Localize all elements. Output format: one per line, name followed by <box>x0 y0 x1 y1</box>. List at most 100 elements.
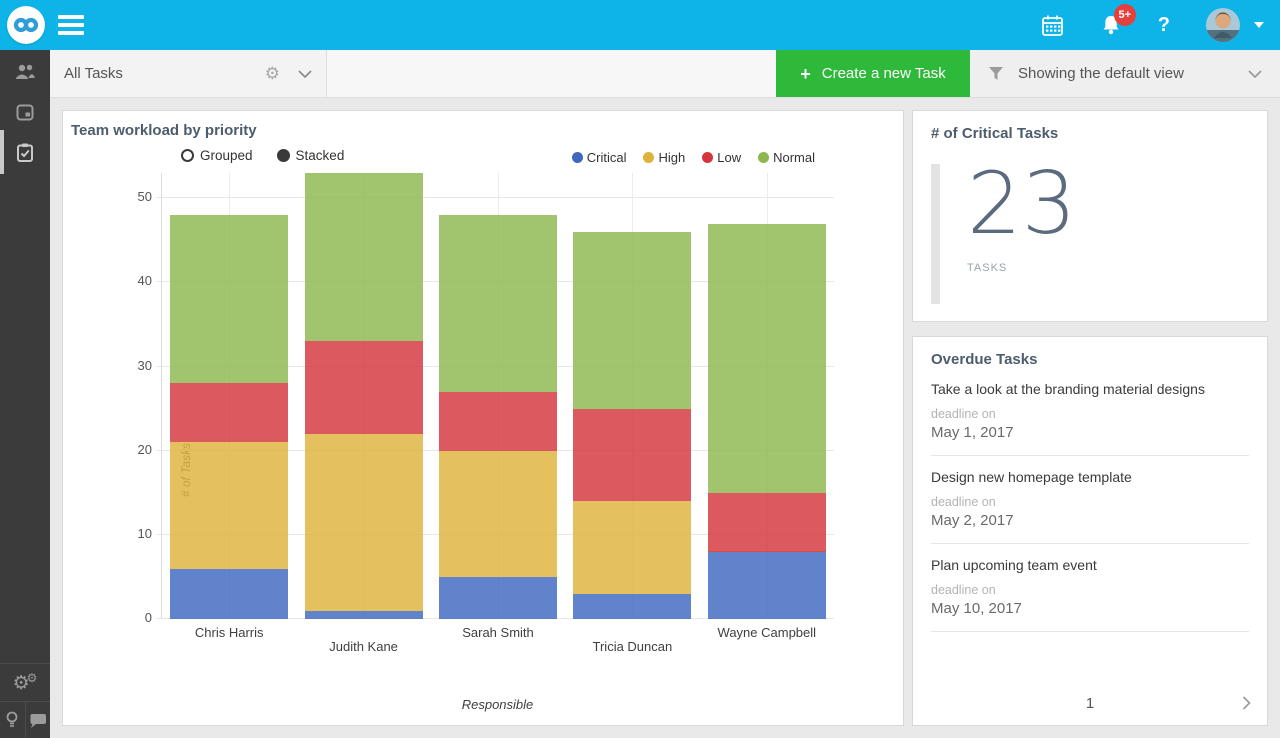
legend-label: Low <box>717 150 741 165</box>
chart-title: Team workload by priority <box>71 122 257 139</box>
lightbulb-icon <box>6 711 18 729</box>
bar-segment-critical[interactable] <box>170 569 288 619</box>
app-logo[interactable] <box>7 6 45 44</box>
task-title: Design new homepage template <box>931 469 1249 485</box>
bar-segment-normal[interactable] <box>708 224 826 493</box>
deadline-date: May 1, 2017 <box>931 424 1249 441</box>
bar-segment-normal[interactable] <box>305 173 423 341</box>
chevron-down-icon[interactable] <box>298 70 312 78</box>
overdue-task-item[interactable]: Design new homepage templatedeadline onM… <box>931 456 1249 544</box>
avatar[interactable] <box>1206 8 1240 42</box>
overdue-tasks-card: Overdue Tasks Take a look at the brandin… <box>912 336 1268 726</box>
chat-bubble-icon <box>29 713 46 728</box>
deadline-label: deadline on <box>931 583 1249 597</box>
help-icon[interactable]: ? <box>1158 14 1170 37</box>
sidebar-item-calendar[interactable] <box>0 92 50 132</box>
legend-label: Critical <box>587 150 627 165</box>
bar-segment-normal[interactable] <box>439 215 557 392</box>
y-tick-label: 0 <box>112 610 152 625</box>
bar-segment-normal[interactable] <box>170 215 288 383</box>
sidebar-ideas[interactable] <box>0 702 26 738</box>
bar-segment-low[interactable] <box>573 409 691 502</box>
bar-segment-low[interactable] <box>439 392 557 451</box>
chevron-down-icon[interactable] <box>1248 70 1262 78</box>
x-category-label: Wayne Campbell <box>700 625 834 640</box>
legend-item[interactable]: Normal <box>758 150 815 165</box>
sidebar: ⚙⚙ <box>0 50 50 738</box>
radio-label: Grouped <box>200 148 253 163</box>
sidebar-chat[interactable] <box>26 702 51 738</box>
view-filter[interactable]: Showing the default view <box>970 50 1280 97</box>
legend-dot <box>572 152 583 163</box>
radio-circle-icon <box>277 149 290 162</box>
legend-item[interactable]: Critical <box>572 150 627 165</box>
page-number[interactable]: 1 <box>913 695 1267 712</box>
x-axis-title: Responsible <box>161 697 834 712</box>
legend-dot <box>758 152 769 163</box>
calendar-small-icon <box>15 102 35 122</box>
legend-label: Normal <box>773 150 815 165</box>
overdue-task-list: Take a look at the branding material des… <box>931 368 1249 632</box>
bar-segment-low[interactable] <box>170 383 288 442</box>
y-tick-label: 50 <box>112 189 152 204</box>
calendar-icon[interactable] <box>1041 14 1064 37</box>
bar-segment-low[interactable] <box>708 493 826 552</box>
deadline-label: deadline on <box>931 495 1249 509</box>
people-icon <box>14 63 36 81</box>
deadline-date: May 10, 2017 <box>931 600 1249 617</box>
view-selector[interactable]: All Tasks ⚙ <box>50 50 327 97</box>
main-area: Team workload by priority Grouped Stacked… <box>50 98 1280 738</box>
sidebar-item-people[interactable] <box>0 52 50 92</box>
bar-segment-low[interactable] <box>305 341 423 434</box>
critical-tasks-card: # of Critical Tasks 23 TASKS <box>912 110 1268 322</box>
legend-dot <box>702 152 713 163</box>
overdue-task-item[interactable]: Take a look at the branding material des… <box>931 368 1249 456</box>
legend-item[interactable]: High <box>643 150 685 165</box>
x-category-label: Tricia Duncan <box>565 639 699 654</box>
bar-segment-high[interactable] <box>305 434 423 611</box>
notification-badge: 5+ <box>1114 4 1136 26</box>
y-tick-label: 30 <box>112 358 152 373</box>
radio-label: Stacked <box>296 148 345 163</box>
next-page-button[interactable] <box>1242 696 1251 715</box>
sidebar-settings[interactable]: ⚙⚙ <box>0 663 50 701</box>
infinity-logo-icon <box>13 16 39 34</box>
bar-segment-high[interactable] <box>439 451 557 577</box>
top-bar: 5+ ? <box>0 0 1280 50</box>
radio-grouped[interactable]: Grouped <box>181 148 253 163</box>
chart-plot-area: # of Tasks 01020304050Chris HarrisJudith… <box>161 173 834 619</box>
menu-icon[interactable] <box>58 11 84 39</box>
notifications-icon[interactable]: 5+ <box>1100 14 1122 36</box>
bar-segment-critical[interactable] <box>573 594 691 619</box>
legend-label: High <box>658 150 685 165</box>
bar-segment-critical[interactable] <box>708 552 826 619</box>
y-tick-label: 10 <box>112 526 152 541</box>
critical-card-title: # of Critical Tasks <box>931 125 1249 142</box>
bar-segment-high[interactable] <box>170 442 288 568</box>
user-menu-caret-icon[interactable] <box>1254 22 1264 28</box>
deadline-label: deadline on <box>931 407 1249 421</box>
chart-mode-toggle: Grouped Stacked <box>181 148 344 163</box>
bar-segment-critical[interactable] <box>305 611 423 619</box>
view-settings-gear-icon[interactable]: ⚙ <box>265 64 280 84</box>
bar-segment-high[interactable] <box>573 501 691 594</box>
chart-legend: Critical High Low Normal <box>572 150 815 165</box>
critical-tasks-unit: TASKS <box>967 262 1076 274</box>
radio-stacked[interactable]: Stacked <box>277 148 345 163</box>
overdue-task-item[interactable]: Plan upcoming team event deadline on May 1… <box>931 544 1249 632</box>
filter-funnel-icon <box>988 67 1004 81</box>
legend-dot <box>643 152 654 163</box>
overdue-card-title: Overdue Tasks <box>931 351 1249 368</box>
right-panel: # of Critical Tasks 23 TASKS Overdue Tas… <box>912 110 1268 726</box>
h-gridline <box>156 197 834 198</box>
task-title: Plan upcoming team event <box>931 557 1249 573</box>
view-filter-label: Showing the default view <box>1018 65 1184 82</box>
create-task-button[interactable]: + Create a new Task <box>776 50 970 97</box>
bar-segment-normal[interactable] <box>573 232 691 409</box>
toolbar: All Tasks ⚙ + Create a new Task Showing … <box>50 50 1280 98</box>
legend-item[interactable]: Low <box>702 150 741 165</box>
bar-segment-critical[interactable] <box>439 577 557 619</box>
x-category-label: Chris Harris <box>162 625 296 640</box>
radio-circle-icon <box>181 149 194 162</box>
sidebar-item-tasks[interactable] <box>0 132 50 172</box>
